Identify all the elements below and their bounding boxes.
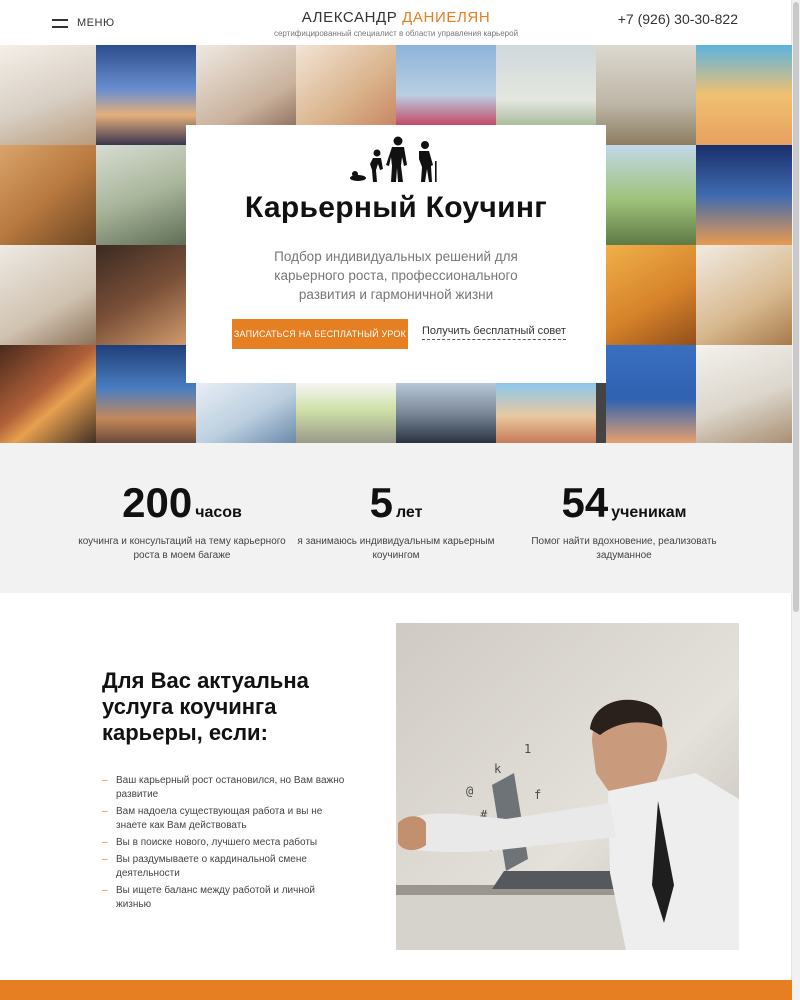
photo-girl-coins (0, 145, 100, 245)
list-item-text: Вы в поиске нового, лучшего места работы (116, 837, 318, 848)
bullet-dash: – (102, 854, 108, 865)
list-item-text: Вы раздумываете о кардинальной смене дея… (116, 854, 307, 879)
photo-couple-car (606, 145, 706, 245)
photo-family-dog (696, 245, 792, 345)
stats-band: 200 часов коучинга и консультаций на тему… (0, 443, 792, 593)
bullet-dash: – (102, 775, 108, 786)
bullet-dash: – (102, 885, 108, 896)
photo-charts (196, 383, 296, 443)
phone-number[interactable]: +7 (926) 30-30-822 (618, 11, 738, 27)
photo-family-moving (0, 45, 100, 145)
page-scrollbar[interactable] (791, 0, 800, 1000)
photo-piggy-bank (696, 345, 792, 443)
list-item-text: Вам надоела существующая работа и вы не … (116, 806, 323, 831)
life-stages-silhouette-icon (350, 136, 437, 182)
photo-autumn-family (606, 245, 706, 345)
photo-fireplace (0, 345, 100, 443)
free-lesson-button[interactable]: ЗАПИСАТЬСЯ НА БЕСПЛАТНЫЙ УРОК (232, 319, 408, 349)
hero-card: Карьерный Коучинг Подбор индивидуальных … (186, 125, 606, 383)
stat-students-number: 54 (561, 479, 609, 526)
hero-title: Карьерный Коучинг (244, 191, 548, 224)
photo-sea-view (96, 345, 196, 443)
list-item: – Вам надоела существующая работа и вы не… (102, 805, 352, 833)
stat-years: 5 лет я занимаюсь индивидуальным карьерны… (286, 481, 506, 563)
stat-hours: 200 часов коучинга и консультаций на тему… (72, 481, 292, 563)
stat-students-desc: Помог найти вдохновение, реализовать зад… (531, 536, 717, 561)
bullet-dash: – (102, 806, 108, 817)
list-item-text: Ваш карьерный рост остановился, но Вам в… (116, 775, 345, 800)
photo-pier-sunset (96, 45, 196, 145)
photo-resort-pool (696, 145, 792, 245)
hero-subtitle: Подбор индивидуальных решений для карьер… (274, 249, 518, 302)
photo-family-room (0, 245, 100, 345)
svg-text:@: @ (466, 784, 473, 798)
brand-first-name: АЛЕКСАНДР (301, 9, 398, 26)
brand-subtitle: сертифицированный специалист в области у… (273, 29, 519, 38)
photo-man-field (596, 45, 696, 145)
svg-text:f: f (534, 788, 541, 802)
stat-hours-number: 200 (122, 479, 193, 526)
stat-years-number: 5 (369, 479, 393, 526)
stat-hours-desc: коучинга и консультаций на тему карьерно… (78, 536, 286, 561)
svg-text:k: k (494, 762, 502, 776)
list-item: – Вы раздумываете о кардинальной смене де… (102, 853, 352, 881)
site-header: МЕНЮ АЛЕКСАНДР ДАНИЕЛЯН сертифицированны… (0, 0, 792, 46)
stat-hours-unit: часов (195, 504, 242, 521)
bottom-accent-bar (0, 980, 792, 1000)
stat-years-desc: я занимаюсь индивидуальным карьерным коу… (297, 536, 495, 561)
photo-beach-friends (496, 383, 596, 443)
bullet-dash: – (102, 837, 108, 848)
section-title: Для Вас актуальна услуга коучинга карьер… (102, 668, 309, 745)
reasons-list: – Ваш карьерный рост остановился, но Вам … (102, 774, 352, 915)
list-item: – Вы в поиске нового, лучшего места работ… (102, 836, 352, 850)
list-item: – Ваш карьерный рост остановился, но Вам … (102, 774, 352, 802)
stat-students-unit: ученикам (611, 504, 687, 521)
stat-students: 54 ученикам Помог найти вдохновение, реал… (514, 481, 734, 563)
list-item: – Вы ищете баланс между работой и личной … (102, 884, 352, 912)
brand-last-name: ДАНИЕЛЯН (402, 9, 491, 26)
photo-dinner (96, 245, 196, 345)
photo-car-mirror (396, 383, 496, 443)
free-advice-link[interactable]: Получить бесплатный совет (422, 325, 566, 340)
list-item-text: Вы ищете баланс между работой и личной ж… (116, 885, 316, 910)
svg-text:1: 1 (524, 742, 531, 756)
hero-collage: Карьерный Коучинг Подбор индивидуальных … (0, 45, 792, 443)
photo-beach-kids (696, 45, 792, 145)
photo-money (96, 145, 196, 245)
scrollbar-thumb[interactable] (793, 2, 799, 612)
photo-family-umbrella (606, 345, 706, 443)
stat-years-unit: лет (395, 504, 423, 521)
photo-illustration: @#k 1f@ W#5 (396, 623, 739, 950)
photo-coin-plants (296, 383, 396, 443)
frustrated-man-laptop-photo: @#k 1f@ W#5 (396, 623, 739, 950)
